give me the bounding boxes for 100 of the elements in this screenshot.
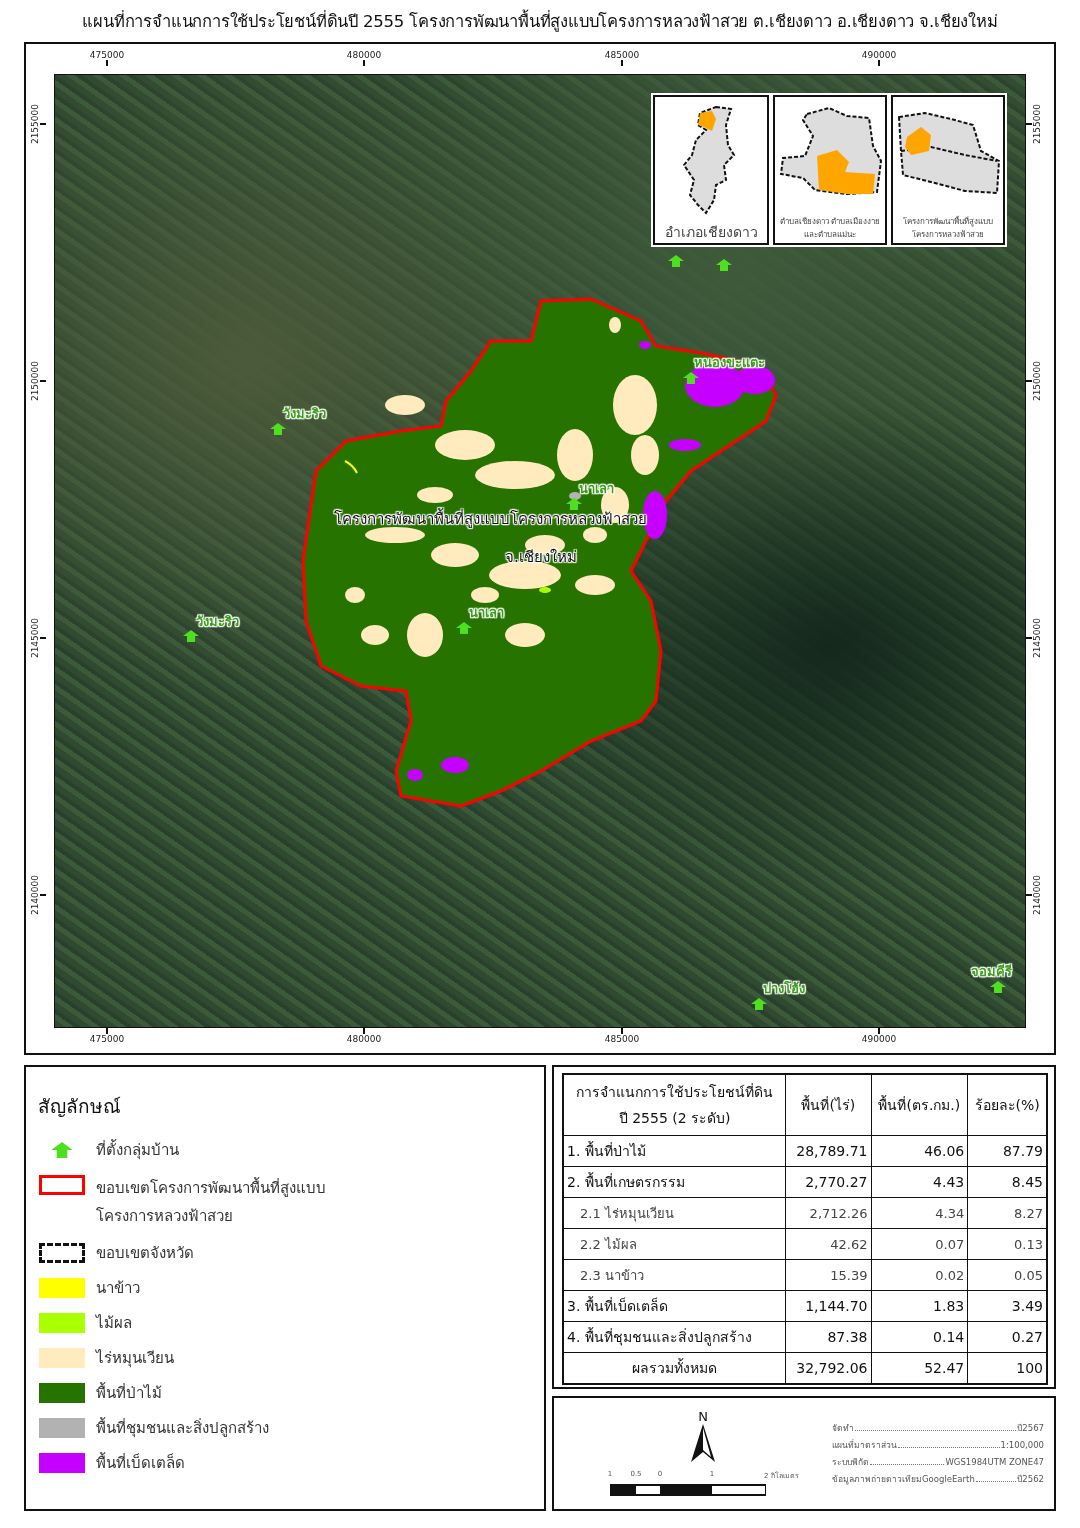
table-cell: 1,144.70 (785, 1290, 871, 1322)
table-cell: 1. พื้นที่ป่าไม้ (563, 1135, 786, 1167)
shifting-cultivation-patch (385, 395, 425, 415)
coordinate-label: 2145000 (1032, 618, 1042, 659)
north-label: N (698, 1409, 708, 1424)
coordinate-label: 2145000 (30, 618, 40, 659)
inset-caption: และตำบลแม่นะ (804, 229, 856, 241)
inset-caption: โครงการพัฒนาพื้นที่สูงแบบ (903, 215, 993, 228)
table-cell: 87.38 (785, 1321, 871, 1353)
village-marker-icon (270, 423, 286, 435)
info-label: ระบบพิกัด (832, 1456, 869, 1469)
village-label: ปางโฮ้ง (763, 979, 805, 998)
legend-label: ขอบเขตโครงการพัฒนาพื้นที่สูงแบบ (96, 1176, 326, 1199)
orchard-patch (539, 587, 551, 593)
shifting-cultivation-patch (435, 430, 495, 460)
coordinate-label: 2140000 (30, 875, 40, 916)
village-marker-icon (668, 255, 684, 267)
shifting-cultivation-patch (575, 575, 615, 595)
legend-label: โครงการหลวงฟ้าสวย (96, 1206, 234, 1227)
shifting-cultivation-patch (361, 625, 389, 645)
table-cell: 2.2 ไม้ผล (563, 1228, 786, 1260)
info-label: จัดทำ (832, 1422, 854, 1435)
village-label: วังมะริว (195, 612, 239, 631)
legend-swatch (39, 1243, 85, 1263)
village-marker-icon (456, 622, 472, 634)
coordinate-label: 475000 (89, 1034, 125, 1044)
table-cell: 4.43 (871, 1166, 968, 1198)
miscellaneous-land-patch (441, 757, 469, 773)
table-cell: 0.07 (871, 1228, 968, 1260)
shifting-cultivation-patch (505, 623, 545, 647)
shifting-cultivation-patch (557, 429, 593, 481)
coordinate-label: 485000 (604, 50, 640, 60)
coordinate-label: 2155000 (1032, 104, 1042, 145)
village-marker-icon (990, 981, 1006, 993)
village-marker-icon (51, 1142, 73, 1158)
coordinate-label: 2150000 (1032, 361, 1042, 402)
legend-label: พื้นที่ชุมชนและสิ่งปลูกสร้าง (96, 1417, 269, 1439)
shifting-cultivation-patch (583, 527, 607, 543)
table-cell: 0.14 (871, 1321, 968, 1353)
coordinate-label: 2150000 (30, 361, 40, 402)
table-cell: 4. พื้นที่ชุมชนและสิ่งปลูกสร้าง (563, 1321, 786, 1353)
legend-label: พื้นที่เบ็ดเตล็ด (96, 1452, 185, 1474)
info-value: ปี2567 (1017, 1422, 1044, 1435)
info-label: ข้อมูลภาพถ่ายดาวเทียมGoogleEarth (832, 1473, 975, 1486)
info-value: WGS1984UTM ZONE47 (945, 1457, 1044, 1467)
shifting-cultivation-patch (407, 613, 443, 657)
table-cell: 2.3 นาข้าว (563, 1259, 786, 1291)
table-header: พื้นที่(ตร.กม.) (871, 1074, 968, 1136)
miscellaneous-land-patch (669, 439, 701, 451)
legend-label: ขอบเขตจังหวัด (96, 1243, 194, 1264)
village-label: นาเลา (468, 603, 504, 622)
village-marker-icon (183, 630, 199, 642)
table-cell: 0.02 (871, 1259, 968, 1291)
settlement-patch (569, 492, 581, 500)
table-cell: 15.39 (785, 1259, 871, 1291)
inset-caption: โครงการหลวงฟ้าสวย (912, 229, 984, 241)
coordinate-label: 480000 (346, 50, 382, 60)
table-cell: 3. พื้นที่เบ็ดเตล็ด (563, 1290, 786, 1322)
coordinate-label: 2140000 (1032, 875, 1042, 916)
paddy-field-patch (344, 460, 358, 474)
table-cell: 2.1 ไร่หมุนเวียน (563, 1197, 786, 1229)
village-marker-icon (716, 259, 732, 271)
table-cell: 2,712.26 (785, 1197, 871, 1229)
north-arrow-icon (691, 1423, 715, 1464)
coordinate-label: 2155000 (30, 104, 40, 145)
village-label: นาเลา (578, 479, 614, 498)
table-cell: 1.83 (871, 1290, 968, 1322)
coordinate-label: 490000 (861, 50, 897, 60)
shifting-cultivation-patch (609, 317, 621, 333)
info-label: แผนที่มาตราส่วน (832, 1438, 897, 1452)
coordinate-label: 490000 (861, 1034, 897, 1044)
village-label: วังมะริว (282, 404, 326, 423)
map-title: แผนที่การจำแนกการใช้ประโยชน์ที่ดินปี 2555 โครงการพัฒนาพื้นที่สูงแบบโครงการหลวงฟ้าสวย ต.เชียงดาว อ.เชียงดาว จ.เชียงใหม่ (24, 0, 1056, 42)
table-cell: 2. พื้นที่เกษตรกรรม (563, 1166, 786, 1198)
info-value: 1:100,000 (1000, 1440, 1044, 1450)
legend-label: ที่ตั้งกลุ่มบ้าน (96, 1139, 179, 1161)
table-cell: 4.34 (871, 1197, 968, 1229)
table-cell: 46.06 (871, 1135, 968, 1167)
village-marker-icon (751, 998, 767, 1010)
shifting-cultivation-patch (345, 587, 365, 603)
area-label: จ.เชียงใหม่ (505, 547, 577, 568)
table-header: พื้นที่(ไร่) (785, 1074, 871, 1136)
inset-caption: อำเภอเชียงดาว (664, 223, 758, 241)
coordinate-label: 480000 (346, 1034, 382, 1044)
shifting-cultivation-patch (365, 527, 425, 543)
coordinate-label: 475000 (89, 50, 125, 60)
coordinate-label: 485000 (604, 1034, 640, 1044)
table-header: การจำแนกการใช้ประโยชน์ที่ดิน ปี 2555 (2 ระดับ) (563, 1074, 786, 1136)
legend-label: พื้นที่ป่าไม้ (96, 1382, 162, 1404)
miscellaneous-land-patch (407, 769, 423, 781)
shifting-cultivation-patch (417, 487, 453, 503)
shifting-cultivation-patch (431, 543, 479, 567)
legend-label: ไม้ผล (96, 1313, 132, 1334)
table-cell: 2,770.27 (785, 1166, 871, 1198)
inset-caption: ตำบลเชียงดาว ตำบลเมืองงาย (779, 216, 881, 228)
village-marker-icon (683, 372, 699, 384)
legend-title: สัญลักษณ์ (38, 1094, 122, 1119)
table-cell: 42.62 (785, 1228, 871, 1260)
legend-label: นาข้าว (96, 1278, 140, 1299)
village-marker-icon (566, 498, 582, 510)
